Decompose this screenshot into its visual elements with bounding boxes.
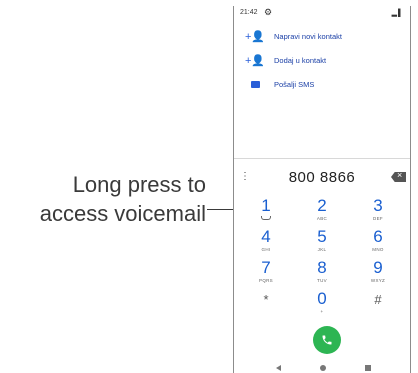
key-7[interactable]: 7 PQRS (244, 259, 288, 289)
voicemail-callout: Long press to access voicemail (6, 170, 206, 228)
signal-battery-icon: ▂▌ (391, 10, 404, 17)
key-digit: 3 (373, 196, 383, 215)
key-1[interactable]: 1 (244, 197, 288, 227)
voicemail-icon (261, 216, 271, 220)
key-digit: 7 (261, 258, 271, 277)
key-digit: # (374, 292, 382, 307)
sms-icon (248, 80, 262, 88)
key-6[interactable]: 6 MNO (356, 228, 400, 258)
key-digit: 8 (317, 258, 327, 277)
key-digit: 1 (261, 196, 271, 215)
menu-item-label: Dodaj u kontakt (274, 55, 327, 65)
gear-icon: ⚙ (264, 7, 273, 17)
key-4[interactable]: 4 GHI (244, 228, 288, 258)
back-icon[interactable] (276, 365, 281, 371)
key-letters: TUV (317, 278, 327, 283)
key-8[interactable]: 8 TUV (300, 259, 344, 289)
menu-item-send-sms[interactable]: Pošalji SMS (234, 72, 410, 96)
call-button[interactable] (313, 326, 341, 354)
add-contact-icon: +👤 (244, 54, 266, 67)
status-bar: 21:42 ⚙ ▂▌ (234, 6, 410, 20)
phone-icon (322, 335, 332, 345)
key-digit: 9 (373, 258, 383, 277)
callout-line-2: access voicemail (39, 201, 206, 226)
callout-line-1: Long press to (72, 172, 206, 197)
key-letters: GHI (261, 247, 271, 252)
key-letters: MNO (372, 247, 384, 252)
key-digit: 6 (373, 227, 383, 246)
key-letters: ABC (316, 216, 328, 221)
number-display: ⋮ 800 8866 (234, 167, 410, 189)
menu-item-label: Napravi novi kontakt (274, 31, 342, 41)
key-9[interactable]: 9 WXYZ (356, 259, 400, 289)
add-contact-icon: +👤 (244, 30, 266, 43)
key-letters: + (320, 309, 324, 314)
key-letters: JKL (317, 247, 327, 252)
key-digit: 5 (317, 227, 327, 246)
menu-item-label: Pošalji SMS (274, 79, 315, 89)
key-5[interactable]: 5 JKL (300, 228, 344, 258)
key-3[interactable]: 3 DEF (356, 197, 400, 227)
number-actions-menu: +👤 Napravi novi kontakt +👤 Dodaj u konta… (234, 24, 410, 96)
phone-screen: 21:42 ⚙ ▂▌ +👤 Napravi novi kontakt +👤 Do… (233, 6, 411, 373)
menu-item-create-contact[interactable]: +👤 Napravi novi kontakt (234, 24, 410, 48)
recent-apps-icon[interactable] (365, 365, 371, 371)
key-digit: 4 (261, 227, 271, 246)
system-nav-bar (234, 363, 410, 373)
home-icon[interactable] (320, 365, 326, 371)
key-digit: * (263, 292, 269, 307)
key-letters: DEF (373, 216, 383, 221)
dialed-number[interactable]: 800 8866 (234, 169, 410, 186)
key-letters: PQRS (259, 278, 273, 283)
key-hash[interactable]: # (356, 290, 400, 320)
key-0[interactable]: 0 + (300, 290, 344, 320)
key-digit: 0 (317, 289, 327, 308)
key-digit: 2 (317, 196, 327, 215)
menu-item-add-to-contact[interactable]: +👤 Dodaj u kontakt (234, 48, 410, 72)
key-letters: WXYZ (370, 278, 386, 283)
status-time: 21:42 (240, 9, 258, 16)
key-star[interactable]: * (244, 290, 288, 320)
key-2[interactable]: 2 ABC (300, 197, 344, 227)
dialpad-panel: ⋮ 800 8866 1 2 ABC 3 DEF 4 GHI 5 (234, 158, 410, 373)
